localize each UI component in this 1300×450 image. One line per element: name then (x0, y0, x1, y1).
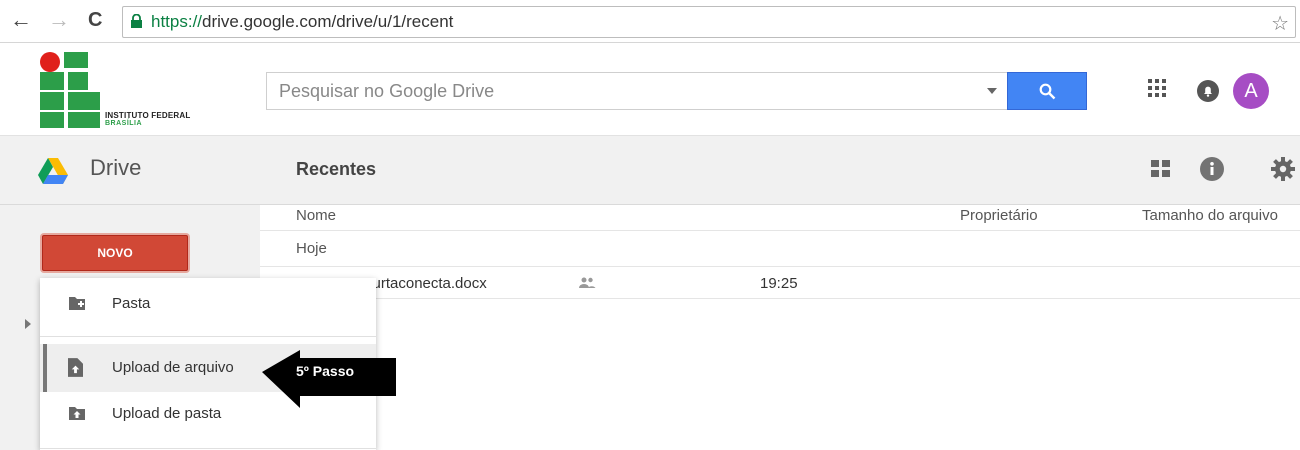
search-box (266, 72, 1087, 110)
org-logo[interactable]: INSTITUTO FEDERAL BRASÍLIA (38, 48, 208, 132)
logo-block (68, 92, 100, 110)
search-input[interactable] (267, 73, 979, 109)
drive-toolbar: Drive Recentes (0, 136, 1300, 205)
menu-highlight-bar (43, 344, 47, 392)
logo-block (40, 112, 64, 128)
info-glyph (1210, 162, 1214, 175)
apps-grid-icon[interactable] (1146, 77, 1168, 99)
forward-button[interactable]: → (48, 8, 70, 32)
page-title: Recentes (296, 159, 377, 179)
url-scheme: https:// (151, 12, 203, 31)
reload-button[interactable]: C (88, 8, 102, 32)
search-button[interactable] (1007, 72, 1087, 110)
drive-logo-icon[interactable] (38, 158, 68, 184)
drive-app-name[interactable]: Drive (90, 155, 141, 181)
list-divider (260, 298, 1300, 299)
logo-block (68, 72, 88, 90)
group-label-today: Hoje (296, 240, 327, 257)
tutorial-step-label: 5º Passo (296, 363, 355, 379)
menu-item-label: Upload de arquivo (112, 359, 234, 376)
column-header-size[interactable]: Tamanho do arquivo (1142, 207, 1278, 224)
file-modified-time: 19:25 (760, 275, 798, 292)
folder-plus-icon (69, 297, 85, 310)
logo-block (40, 72, 64, 90)
search-options-dropdown-icon[interactable] (987, 88, 997, 94)
logo-text-institute: INSTITUTO FEDERAL (105, 111, 191, 120)
new-button[interactable]: NOVO (42, 235, 188, 271)
account-avatar[interactable]: A (1233, 73, 1269, 109)
search-icon (1039, 83, 1056, 100)
logo-text-city: BRASÍLIA (105, 120, 143, 127)
browser-toolbar: ← → C https://drive.google.com/drive/u/1… (0, 0, 1300, 43)
menu-divider (40, 336, 376, 337)
menu-divider (40, 448, 376, 449)
logo-red-dot (40, 52, 60, 72)
url-path: drive.google.com/drive/u/1/recent (202, 12, 454, 31)
shared-people-icon (579, 277, 596, 288)
menu-item-folder[interactable]: Pasta (40, 280, 376, 328)
file-upload-icon (68, 358, 83, 377)
url-text: https://drive.google.com/drive/u/1/recen… (151, 12, 453, 32)
grid-view-icon[interactable] (1150, 158, 1172, 180)
expand-arrow-icon[interactable] (25, 319, 31, 329)
bookmark-star-icon[interactable]: ☆ (1271, 11, 1289, 36)
folder-upload-icon (69, 407, 85, 420)
menu-item-label: Pasta (112, 295, 151, 312)
column-header-name[interactable]: Nome (296, 207, 336, 224)
info-icon[interactable] (1200, 157, 1224, 181)
column-header-owner[interactable]: Proprietário (960, 207, 1038, 224)
address-bar[interactable]: https://drive.google.com/drive/u/1/recen… (122, 6, 1296, 38)
gear-icon[interactable] (1270, 156, 1296, 182)
tutorial-arrow (262, 350, 396, 408)
menu-item-label: Upload de pasta (112, 405, 222, 422)
logo-block (68, 112, 100, 128)
back-button[interactable]: ← (10, 8, 32, 32)
logo-block (40, 92, 64, 110)
logo-block (64, 52, 88, 68)
lock-icon (131, 14, 142, 28)
list-divider (260, 230, 1300, 231)
notifications-icon[interactable] (1196, 79, 1220, 103)
